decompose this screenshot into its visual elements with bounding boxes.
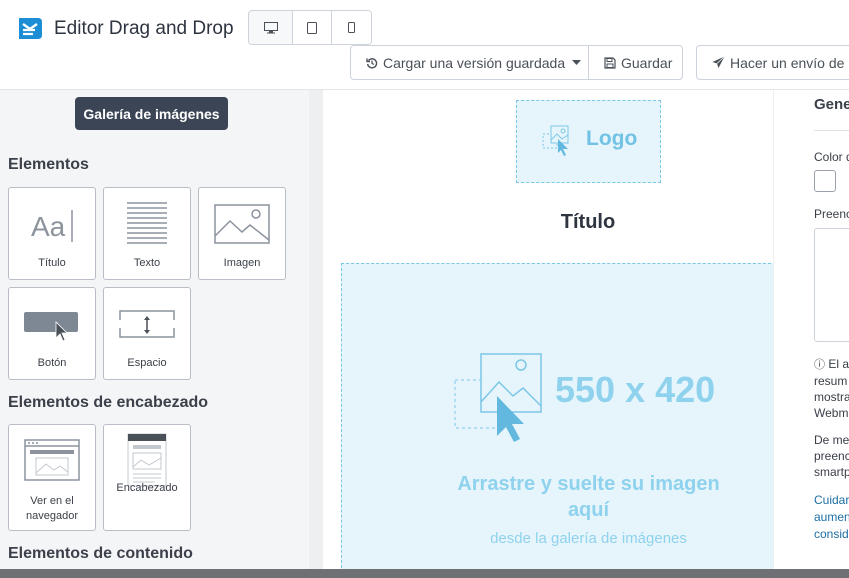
tile-label: Texto <box>133 257 161 269</box>
section-title-header-elements: Elementos de encabezado <box>8 394 209 411</box>
elements-sidebar: Galería de imágenes Elementos Aa Título <box>0 90 309 578</box>
element-tile-header[interactable]: Encabezado <box>103 424 191 531</box>
logo-placeholder[interactable]: Logo <box>516 100 661 183</box>
color-label: Color d <box>814 150 849 164</box>
drop-image-icon <box>542 125 569 156</box>
info-line-text: El ar <box>828 357 849 371</box>
tile-label: Ver en el navegador <box>9 494 95 524</box>
image-icon <box>199 204 285 244</box>
drop-image-icon <box>454 353 542 442</box>
tablet-icon <box>307 21 317 34</box>
info-line: smartp <box>814 465 849 479</box>
info-line: Webm <box>814 406 849 420</box>
load-saved-version-button[interactable]: Cargar una versión guardada <box>350 45 589 80</box>
drop-instructions-line: aquí <box>567 499 610 521</box>
info-line: mostra <box>814 390 849 404</box>
image-drop-zone[interactable]: 550 x 420 Arrastre y suelte su imagen aq… <box>341 263 781 578</box>
bottom-scrollbar[interactable] <box>0 569 849 578</box>
tile-label: Imagen <box>223 257 261 269</box>
header-icon <box>104 433 190 487</box>
svg-text:Aa: Aa <box>31 211 66 242</box>
tile-label: Espacio <box>127 357 167 369</box>
desktop-view-button[interactable] <box>249 11 293 44</box>
send-label: Hacer un envío de p <box>730 54 849 71</box>
mobile-icon <box>348 22 355 33</box>
preheader-label: Preenc <box>814 207 849 221</box>
app-logo-icon <box>19 18 42 39</box>
tile-label: Encabezado <box>116 482 178 494</box>
save-button[interactable]: Guardar <box>588 45 683 80</box>
tablet-view-button[interactable] <box>293 11 332 44</box>
settings-heading: Gene <box>814 96 849 113</box>
tile-label-line: navegador <box>26 510 78 522</box>
info-text-secondary: De me preenc smartp <box>814 432 849 480</box>
info-line: preenc <box>814 449 849 463</box>
drop-instructions: Arrastre y suelte su imagen aquí <box>432 471 745 523</box>
spacer-icon <box>104 308 190 342</box>
drop-instructions-line: Arrastre y suelte su imagen <box>457 473 720 495</box>
element-tile-spacer[interactable]: Espacio <box>103 287 191 380</box>
info-line: De me <box>814 433 849 447</box>
caret-down-icon <box>572 60 582 65</box>
element-tile-text[interactable]: Texto <box>103 187 191 280</box>
save-label: Guardar <box>621 54 673 71</box>
divider <box>814 130 849 131</box>
mobile-view-button[interactable] <box>332 11 371 44</box>
app-title: Editor Drag and Drop <box>54 18 234 39</box>
logo-placeholder-label: Logo <box>586 127 638 150</box>
email-title[interactable]: Título <box>323 211 849 234</box>
image-gallery-button[interactable]: Galería de imágenes <box>75 97 228 130</box>
top-header: Editor Drag and Drop Cargar una versión … <box>0 0 849 90</box>
sidebar-gutter <box>309 90 323 578</box>
info-line: ⓘ El ar <box>814 356 849 373</box>
title-icon: Aa <box>9 206 95 246</box>
load-saved-version-label: Cargar una versión guardada <box>383 54 566 71</box>
link-line: consid <box>814 527 849 541</box>
info-line: resum <box>814 374 848 388</box>
info-text: ⓘ El ar resum mostra Webm <box>814 356 849 421</box>
button-icon <box>9 310 95 342</box>
section-title-elements: Elementos <box>8 156 89 173</box>
device-preview-toggle <box>248 10 372 45</box>
help-link[interactable]: Cuidar aumen consid <box>814 492 849 543</box>
element-tile-view-in-browser[interactable]: Ver en el navegador <box>8 424 96 531</box>
image-dimensions-label: 550 x 420 <box>555 369 716 410</box>
color-swatch[interactable] <box>814 170 836 192</box>
link-line: Cuidar <box>814 493 849 507</box>
tile-label: Botón <box>37 357 67 369</box>
tile-label: Título <box>38 257 66 269</box>
browser-icon <box>9 439 95 481</box>
tile-label-line: Ver en el <box>30 495 74 507</box>
drop-subtext: desde la galería de imágenes <box>490 530 687 547</box>
settings-panel: Gene Color d Preenc ⓘ El ar resum mostra… <box>773 90 849 578</box>
history-icon <box>366 57 378 68</box>
paper-plane-icon <box>712 56 725 68</box>
text-icon <box>104 200 190 246</box>
send-button[interactable]: Hacer un envío de p <box>696 45 849 80</box>
desktop-icon <box>263 21 278 33</box>
email-canvas: Logo Título 550 x 420 Arrastre y suelte … <box>323 90 781 578</box>
floppy-disk-icon <box>604 56 616 69</box>
info-icon: ⓘ <box>814 359 825 371</box>
element-tile-title[interactable]: Aa Título <box>8 187 96 280</box>
element-tile-image[interactable]: Imagen <box>198 187 286 280</box>
link-line: aumen <box>814 510 849 524</box>
element-tile-button[interactable]: Botón <box>8 287 96 380</box>
section-title-content-elements: Elementos de contenido <box>8 545 193 562</box>
preheader-textarea[interactable] <box>814 228 849 342</box>
